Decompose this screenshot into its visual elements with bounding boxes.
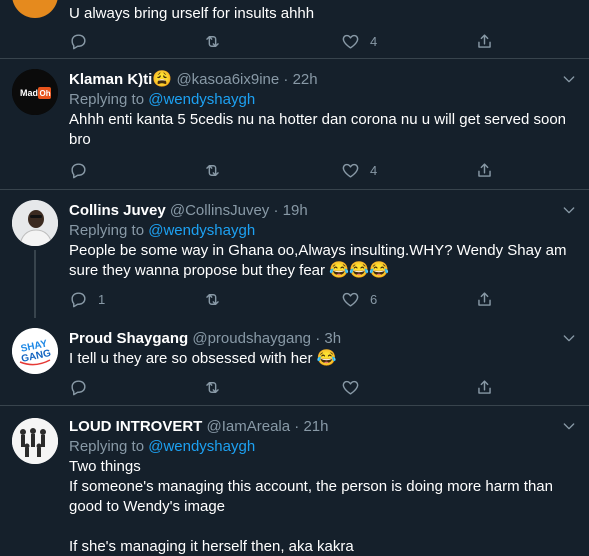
profile-photo <box>12 200 58 246</box>
share-icon <box>478 379 491 394</box>
shaygang-logo: SHAY GANG <box>12 328 58 374</box>
tweet-actions: 1 6 <box>69 288 499 310</box>
reply-button[interactable] <box>69 30 88 52</box>
reply-icon <box>71 379 86 395</box>
reply-button[interactable] <box>69 159 88 181</box>
avatar[interactable] <box>12 418 58 464</box>
reply-button[interactable]: 1 <box>69 288 105 310</box>
share-button[interactable] <box>475 159 494 181</box>
chevron-down-icon[interactable] <box>561 202 577 218</box>
heart-icon <box>342 163 359 178</box>
separator: · <box>283 71 289 88</box>
timestamp[interactable]: 19h <box>283 202 308 219</box>
display-name[interactable]: Klaman K)ti <box>69 71 152 88</box>
tweet-text: Ahhh enti kanta 5 5cedis nu na hotter da… <box>69 111 566 148</box>
handle[interactable]: @kasoa6ix9ine <box>176 71 279 88</box>
tweet-header: Proud Shaygang @proudshaygang · 3h <box>69 329 577 349</box>
handle[interactable]: @proudshaygang <box>192 330 311 347</box>
timestamp[interactable]: 21h <box>303 418 328 435</box>
retweet-button[interactable] <box>203 288 222 310</box>
retweet-button[interactable] <box>203 376 222 398</box>
retweet-icon <box>206 35 219 47</box>
tweet-text: Two things If someone's managing this ac… <box>69 458 553 555</box>
share-button[interactable] <box>475 288 494 310</box>
reply-icon <box>71 291 86 307</box>
retweet-button[interactable] <box>203 30 222 52</box>
share-icon <box>478 291 491 306</box>
mention-link[interactable]: @wendyshaygh <box>148 222 255 239</box>
tweet-header: Collins Juvey @CollinsJuvey · 19h <box>69 201 577 221</box>
heart-icon <box>342 380 359 395</box>
reply-icon <box>71 162 86 178</box>
retweet-icon <box>206 293 219 305</box>
avatar[interactable] <box>12 0 58 18</box>
heart-icon <box>342 292 359 307</box>
tweet-text: I tell u they are so obsessed with her 😂 <box>69 350 337 367</box>
tweet-text: U always bring urself for insults ahhh <box>69 5 315 22</box>
tweet-actions: 4 <box>69 159 499 181</box>
reply-icon <box>71 33 86 49</box>
like-button[interactable]: 6 <box>341 288 377 310</box>
chevron-down-icon[interactable] <box>561 418 577 434</box>
replying-to: Replying to @wendyshaygh <box>69 438 256 455</box>
share-button[interactable] <box>475 376 494 398</box>
tweet[interactable]: U always bring urself for insults ahhh 4 <box>0 0 589 59</box>
retweet-icon <box>206 164 219 176</box>
retweet-button[interactable] <box>203 159 222 181</box>
like-count: 6 <box>370 291 378 307</box>
replying-to: Replying to @wendyshaygh <box>69 222 256 239</box>
like-button[interactable]: 4 <box>341 30 377 52</box>
retweet-icon <box>206 381 219 393</box>
display-name[interactable]: LOUD INTROVERT <box>69 418 202 435</box>
share-icon <box>478 162 491 177</box>
handle[interactable]: @IamAreala <box>207 418 291 435</box>
like-button[interactable]: 4 <box>341 159 377 181</box>
timestamp[interactable]: 3h <box>324 330 341 347</box>
emoji: 😂😂😂 <box>329 262 389 279</box>
tweet[interactable]: Collins Juvey @CollinsJuvey · 19h Replyi… <box>0 190 589 318</box>
avatar[interactable]: Mad Oh <box>12 69 58 115</box>
timestamp[interactable]: 22h <box>293 71 318 88</box>
share-button[interactable] <box>475 30 494 52</box>
tweet-actions: 4 <box>69 30 499 52</box>
share-icon <box>478 33 491 48</box>
mention-link[interactable]: @wendyshaygh <box>148 438 255 455</box>
tweet[interactable]: SHAY GANG Proud Shaygang @proudshaygang … <box>0 318 589 406</box>
handle[interactable]: @CollinsJuvey <box>170 202 269 219</box>
avatar[interactable] <box>12 200 58 246</box>
like-count: 4 <box>370 33 378 49</box>
chevron-down-icon[interactable] <box>561 330 577 346</box>
tweet[interactable]: Mad Oh Klaman K)ti😩 @kasoa6ix9ine · 22h … <box>0 59 589 190</box>
display-name[interactable]: Collins Juvey <box>69 202 166 219</box>
reply-button[interactable] <box>69 376 88 398</box>
heart-icon <box>342 34 359 49</box>
separator: · <box>273 202 279 219</box>
display-name-emoji: 😩 <box>152 71 173 88</box>
svg-text:Oh: Oh <box>40 89 51 98</box>
svg-text:Mad: Mad <box>20 88 38 98</box>
display-name[interactable]: Proud Shaygang <box>69 330 188 347</box>
tweet-text: People be some way in Ghana oo,Always in… <box>69 242 567 279</box>
like-button[interactable] <box>341 376 360 398</box>
mad-oh-logo: Mad Oh <box>12 69 58 115</box>
thread-line <box>34 250 36 318</box>
tweet-header: LOUD INTROVERT @IamAreala · 21h <box>69 417 577 437</box>
like-count: 4 <box>370 162 378 178</box>
tweet-header: Klaman K)ti😩 @kasoa6ix9ine · 22h <box>69 70 577 90</box>
tweet-feed: U always bring urself for insults ahhh 4 <box>0 0 589 556</box>
separator: · <box>294 418 300 435</box>
reply-count: 1 <box>98 291 106 307</box>
tweet-actions <box>69 376 499 398</box>
emoji: 😂 <box>316 350 337 367</box>
replying-to: Replying to @wendyshaygh <box>69 91 256 108</box>
tweet[interactable]: LOUD INTROVERT @IamAreala · 21h Replying… <box>0 406 589 556</box>
avatar[interactable]: SHAY GANG <box>12 328 58 374</box>
chevron-down-icon[interactable] <box>561 71 577 87</box>
mention-link[interactable]: @wendyshaygh <box>148 91 255 108</box>
separator: · <box>315 330 321 347</box>
profile-photo <box>12 418 58 464</box>
